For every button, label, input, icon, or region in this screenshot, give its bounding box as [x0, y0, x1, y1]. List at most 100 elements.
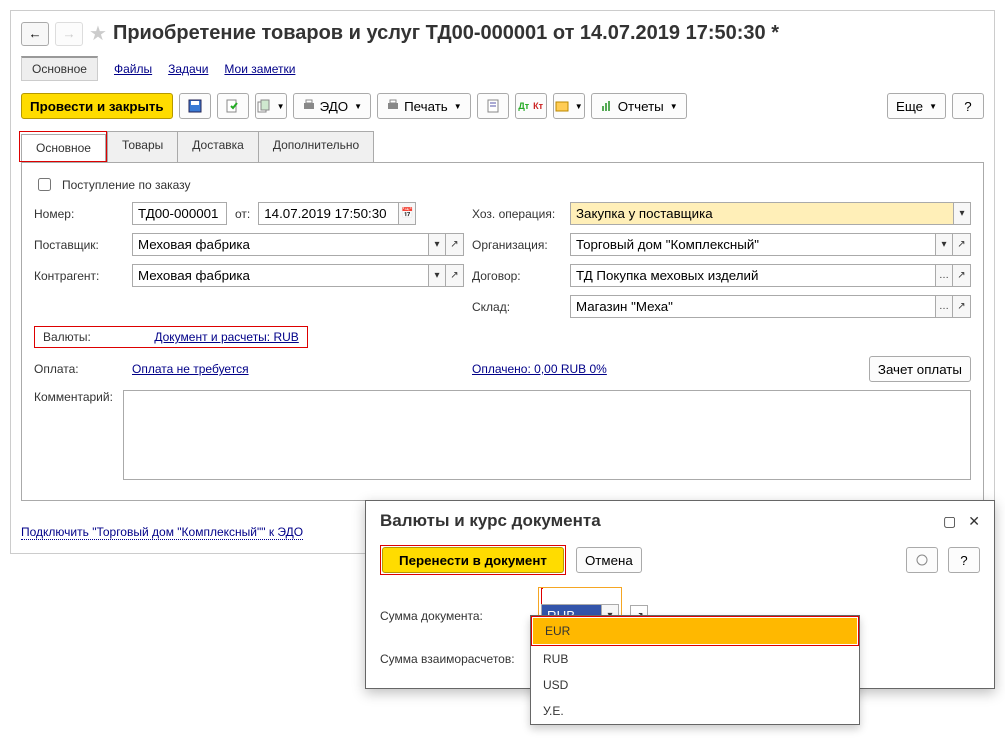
payment-label: Оплата:: [34, 362, 124, 376]
contract-input-group: … ↗: [570, 264, 971, 287]
ellipsis-icon[interactable]: …: [935, 264, 953, 287]
calendar-icon[interactable]: 📅: [398, 202, 416, 225]
pin-icon: [915, 553, 929, 567]
docs-icon: [257, 99, 271, 113]
edo-button[interactable]: ЭДО▼: [293, 93, 371, 119]
report-1-button[interactable]: [477, 93, 509, 119]
popup-toolbar: Перенести в документ Отмена ?: [380, 545, 980, 575]
transfer-button[interactable]: Перенести в документ: [382, 547, 564, 573]
date-input-group: 📅: [258, 202, 416, 225]
highlight-transfer: Перенести в документ: [380, 545, 566, 575]
by-order-checkbox[interactable]: [38, 178, 51, 191]
section-tab-notes[interactable]: Мои заметки: [224, 62, 295, 76]
printer-icon: [302, 99, 316, 113]
from-label: от:: [235, 207, 250, 221]
popup-header: Валюты и курс документа ▢ ✕: [366, 501, 994, 541]
warehouse-input-group: … ↗: [570, 295, 971, 318]
doc-sum-label: Сумма документа:: [380, 609, 530, 623]
create-based-on-button[interactable]: ▼: [255, 93, 287, 119]
close-icon[interactable]: ✕: [968, 513, 980, 530]
cancel-button[interactable]: Отмена: [576, 547, 642, 573]
contract-input[interactable]: [570, 264, 935, 287]
comment-label: Комментарий:: [34, 390, 115, 404]
warehouse-label: Склад:: [472, 300, 562, 314]
dropdown-item-eur[interactable]: EUR: [533, 618, 857, 644]
floppy-icon: [188, 99, 202, 113]
nav-back-button[interactable]: ←: [21, 22, 49, 46]
connect-edo-link[interactable]: Подключить "Торговый дом "Комплексный"" …: [21, 525, 303, 540]
popup-help-button[interactable]: ?: [948, 547, 980, 573]
sub-tab-delivery[interactable]: Доставка: [177, 131, 259, 162]
by-order-label: Поступление по заказу: [62, 178, 191, 192]
kt-icon: Кт: [533, 101, 543, 111]
dropdown-item-usd[interactable]: USD: [531, 672, 859, 698]
currency-link[interactable]: Документ и расчеты: RUB: [154, 330, 298, 344]
form-body: Поступление по заказу Номер: от: 📅 Хоз. …: [21, 163, 984, 501]
nav-forward-button[interactable]: →: [55, 22, 83, 46]
dropdown-icon[interactable]: ▾: [428, 233, 446, 256]
more-button[interactable]: Еще▼: [887, 93, 946, 119]
help-button[interactable]: ?: [952, 93, 984, 119]
number-label: Номер:: [34, 207, 124, 221]
open-icon[interactable]: ↗: [953, 295, 971, 318]
operation-label: Хоз. операция:: [472, 207, 562, 221]
sub-tab-goods[interactable]: Товары: [107, 131, 178, 162]
dropdown-icon[interactable]: ▾: [428, 264, 446, 287]
report-icon: [486, 99, 500, 113]
org-input[interactable]: [570, 233, 935, 256]
dropdown-icon[interactable]: ▾: [935, 233, 953, 256]
dropdown-item-rub[interactable]: RUB: [531, 646, 859, 672]
currency-dropdown: EUR RUB USD У.Е.: [530, 615, 860, 725]
highlight-eur: EUR: [531, 616, 859, 646]
payment-link[interactable]: Оплата не требуется: [132, 362, 249, 376]
paid-link[interactable]: Оплачено: 0,00 RUB 0%: [472, 362, 607, 376]
operation-select[interactable]: [570, 202, 953, 225]
contractor-input[interactable]: [132, 264, 428, 287]
favorite-star-icon[interactable]: ★: [89, 21, 107, 46]
highlight-red-subtabs: Основное: [19, 131, 107, 162]
contractor-input-group: ▾ ↗: [132, 264, 464, 287]
post-and-close-button[interactable]: Провести и закрыть: [21, 93, 173, 119]
dropdown-item-ue[interactable]: У.Е.: [531, 698, 859, 724]
number-input[interactable]: [132, 202, 227, 225]
supplier-label: Поставщик:: [34, 238, 124, 252]
section-tab-files[interactable]: Файлы: [114, 62, 152, 76]
toolbar: Провести и закрыть ▼ ЭДО▼ Печать▼ ДтКт ▼: [21, 93, 984, 119]
post-icon: [226, 99, 240, 113]
maximize-icon[interactable]: ▢: [943, 513, 956, 530]
open-icon[interactable]: ↗: [953, 264, 971, 287]
dropdown-icon[interactable]: ▾: [953, 202, 971, 225]
folder-icon: [555, 99, 569, 113]
post-button[interactable]: [217, 93, 249, 119]
section-tab-main[interactable]: Основное: [21, 56, 98, 81]
supplier-input-group: ▾ ↗: [132, 233, 464, 256]
open-icon[interactable]: ↗: [446, 233, 464, 256]
org-label: Организация:: [472, 238, 562, 252]
window-title: Приобретение товаров и услуг ТД00-000001…: [113, 22, 779, 45]
sub-tab-main[interactable]: Основное: [21, 134, 106, 161]
structure-button[interactable]: ▼: [553, 93, 585, 119]
offset-button[interactable]: Зачет оплаты: [869, 356, 971, 382]
open-icon[interactable]: ↗: [953, 233, 971, 256]
sub-tab-additional[interactable]: Дополнительно: [258, 131, 374, 162]
chart-icon: [600, 99, 614, 113]
open-icon[interactable]: ↗: [446, 264, 464, 287]
dtkt-button[interactable]: ДтКт: [515, 93, 547, 119]
pin-button[interactable]: [906, 547, 938, 573]
highlight-currency-row: Валюты: Документ и расчеты: RUB: [34, 326, 308, 348]
section-tab-tasks[interactable]: Задачи: [168, 62, 208, 76]
save-button[interactable]: [179, 93, 211, 119]
warehouse-input[interactable]: [570, 295, 935, 318]
operation-input-group: ▾: [570, 202, 971, 225]
ellipsis-icon[interactable]: …: [935, 295, 953, 318]
sub-tabs: Основное Товары Доставка Дополнительно: [21, 131, 984, 163]
print-button[interactable]: Печать▼: [377, 93, 471, 119]
date-input[interactable]: [258, 202, 398, 225]
comment-textarea[interactable]: [123, 390, 971, 480]
reports-button[interactable]: Отчеты▼: [591, 93, 687, 119]
document-window: ← → ★ Приобретение товаров и услуг ТД00-…: [10, 10, 995, 554]
settle-sum-label: Сумма взаиморасчетов:: [380, 652, 530, 666]
org-input-group: ▾ ↗: [570, 233, 971, 256]
printer-icon: [386, 99, 400, 113]
supplier-input[interactable]: [132, 233, 428, 256]
